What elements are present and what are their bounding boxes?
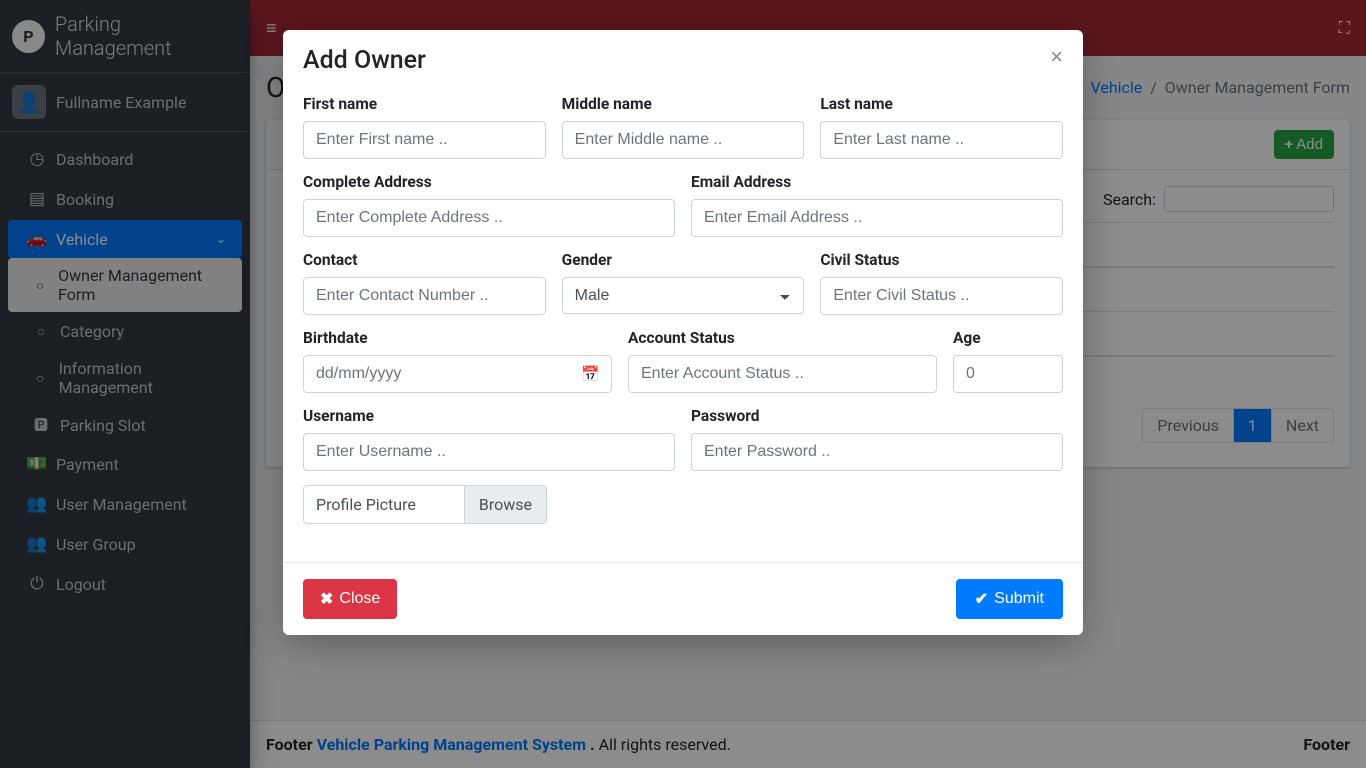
address-input[interactable]	[303, 199, 675, 237]
label-middle-name: Middle name	[562, 95, 805, 113]
label-age: Age	[953, 329, 1063, 347]
close-icon: ✖	[320, 589, 333, 609]
label-acct-status: Account Status	[628, 329, 937, 347]
modal-close-icon[interactable]: ×	[1050, 46, 1063, 68]
modal-body: First name Middle name Last name Complet…	[283, 91, 1083, 562]
label-civil: Civil Status	[820, 251, 1063, 269]
close-button[interactable]: ✖ Close	[303, 579, 397, 619]
username-input[interactable]	[303, 433, 675, 471]
email-input[interactable]	[691, 199, 1063, 237]
label-email: Email Address	[691, 173, 1063, 191]
calendar-icon[interactable]: 📅	[581, 365, 600, 383]
label-password: Password	[691, 407, 1063, 425]
profile-picture-upload[interactable]: Profile Picture Browse	[303, 485, 547, 524]
modal-footer: ✖ Close ✔ Submit	[283, 563, 1083, 635]
submit-button-label: Submit	[994, 590, 1044, 608]
birthdate-input[interactable]	[303, 355, 612, 393]
civil-input[interactable]	[820, 277, 1063, 315]
label-username: Username	[303, 407, 675, 425]
label-last-name: Last name	[820, 95, 1063, 113]
contact-input[interactable]	[303, 277, 546, 315]
first-name-input[interactable]	[303, 121, 546, 159]
label-address: Complete Address	[303, 173, 675, 191]
gender-select[interactable]: Male	[562, 277, 805, 314]
label-first-name: First name	[303, 95, 546, 113]
modal-header: Add Owner ×	[283, 30, 1083, 91]
browse-button[interactable]: Browse	[464, 486, 546, 523]
check-icon: ✔	[975, 589, 988, 609]
password-input[interactable]	[691, 433, 1063, 471]
age-input[interactable]	[953, 355, 1063, 393]
middle-name-input[interactable]	[562, 121, 805, 159]
close-button-label: Close	[339, 590, 380, 608]
label-gender: Gender	[562, 251, 805, 269]
submit-button[interactable]: ✔ Submit	[956, 579, 1063, 619]
label-contact: Contact	[303, 251, 546, 269]
label-birthdate: Birthdate	[303, 329, 612, 347]
file-label: Profile Picture	[304, 486, 464, 523]
add-owner-modal: Add Owner × First name Middle name Last …	[283, 30, 1083, 635]
last-name-input[interactable]	[820, 121, 1063, 159]
modal-title: Add Owner	[303, 46, 426, 75]
acct-status-input[interactable]	[628, 355, 937, 393]
